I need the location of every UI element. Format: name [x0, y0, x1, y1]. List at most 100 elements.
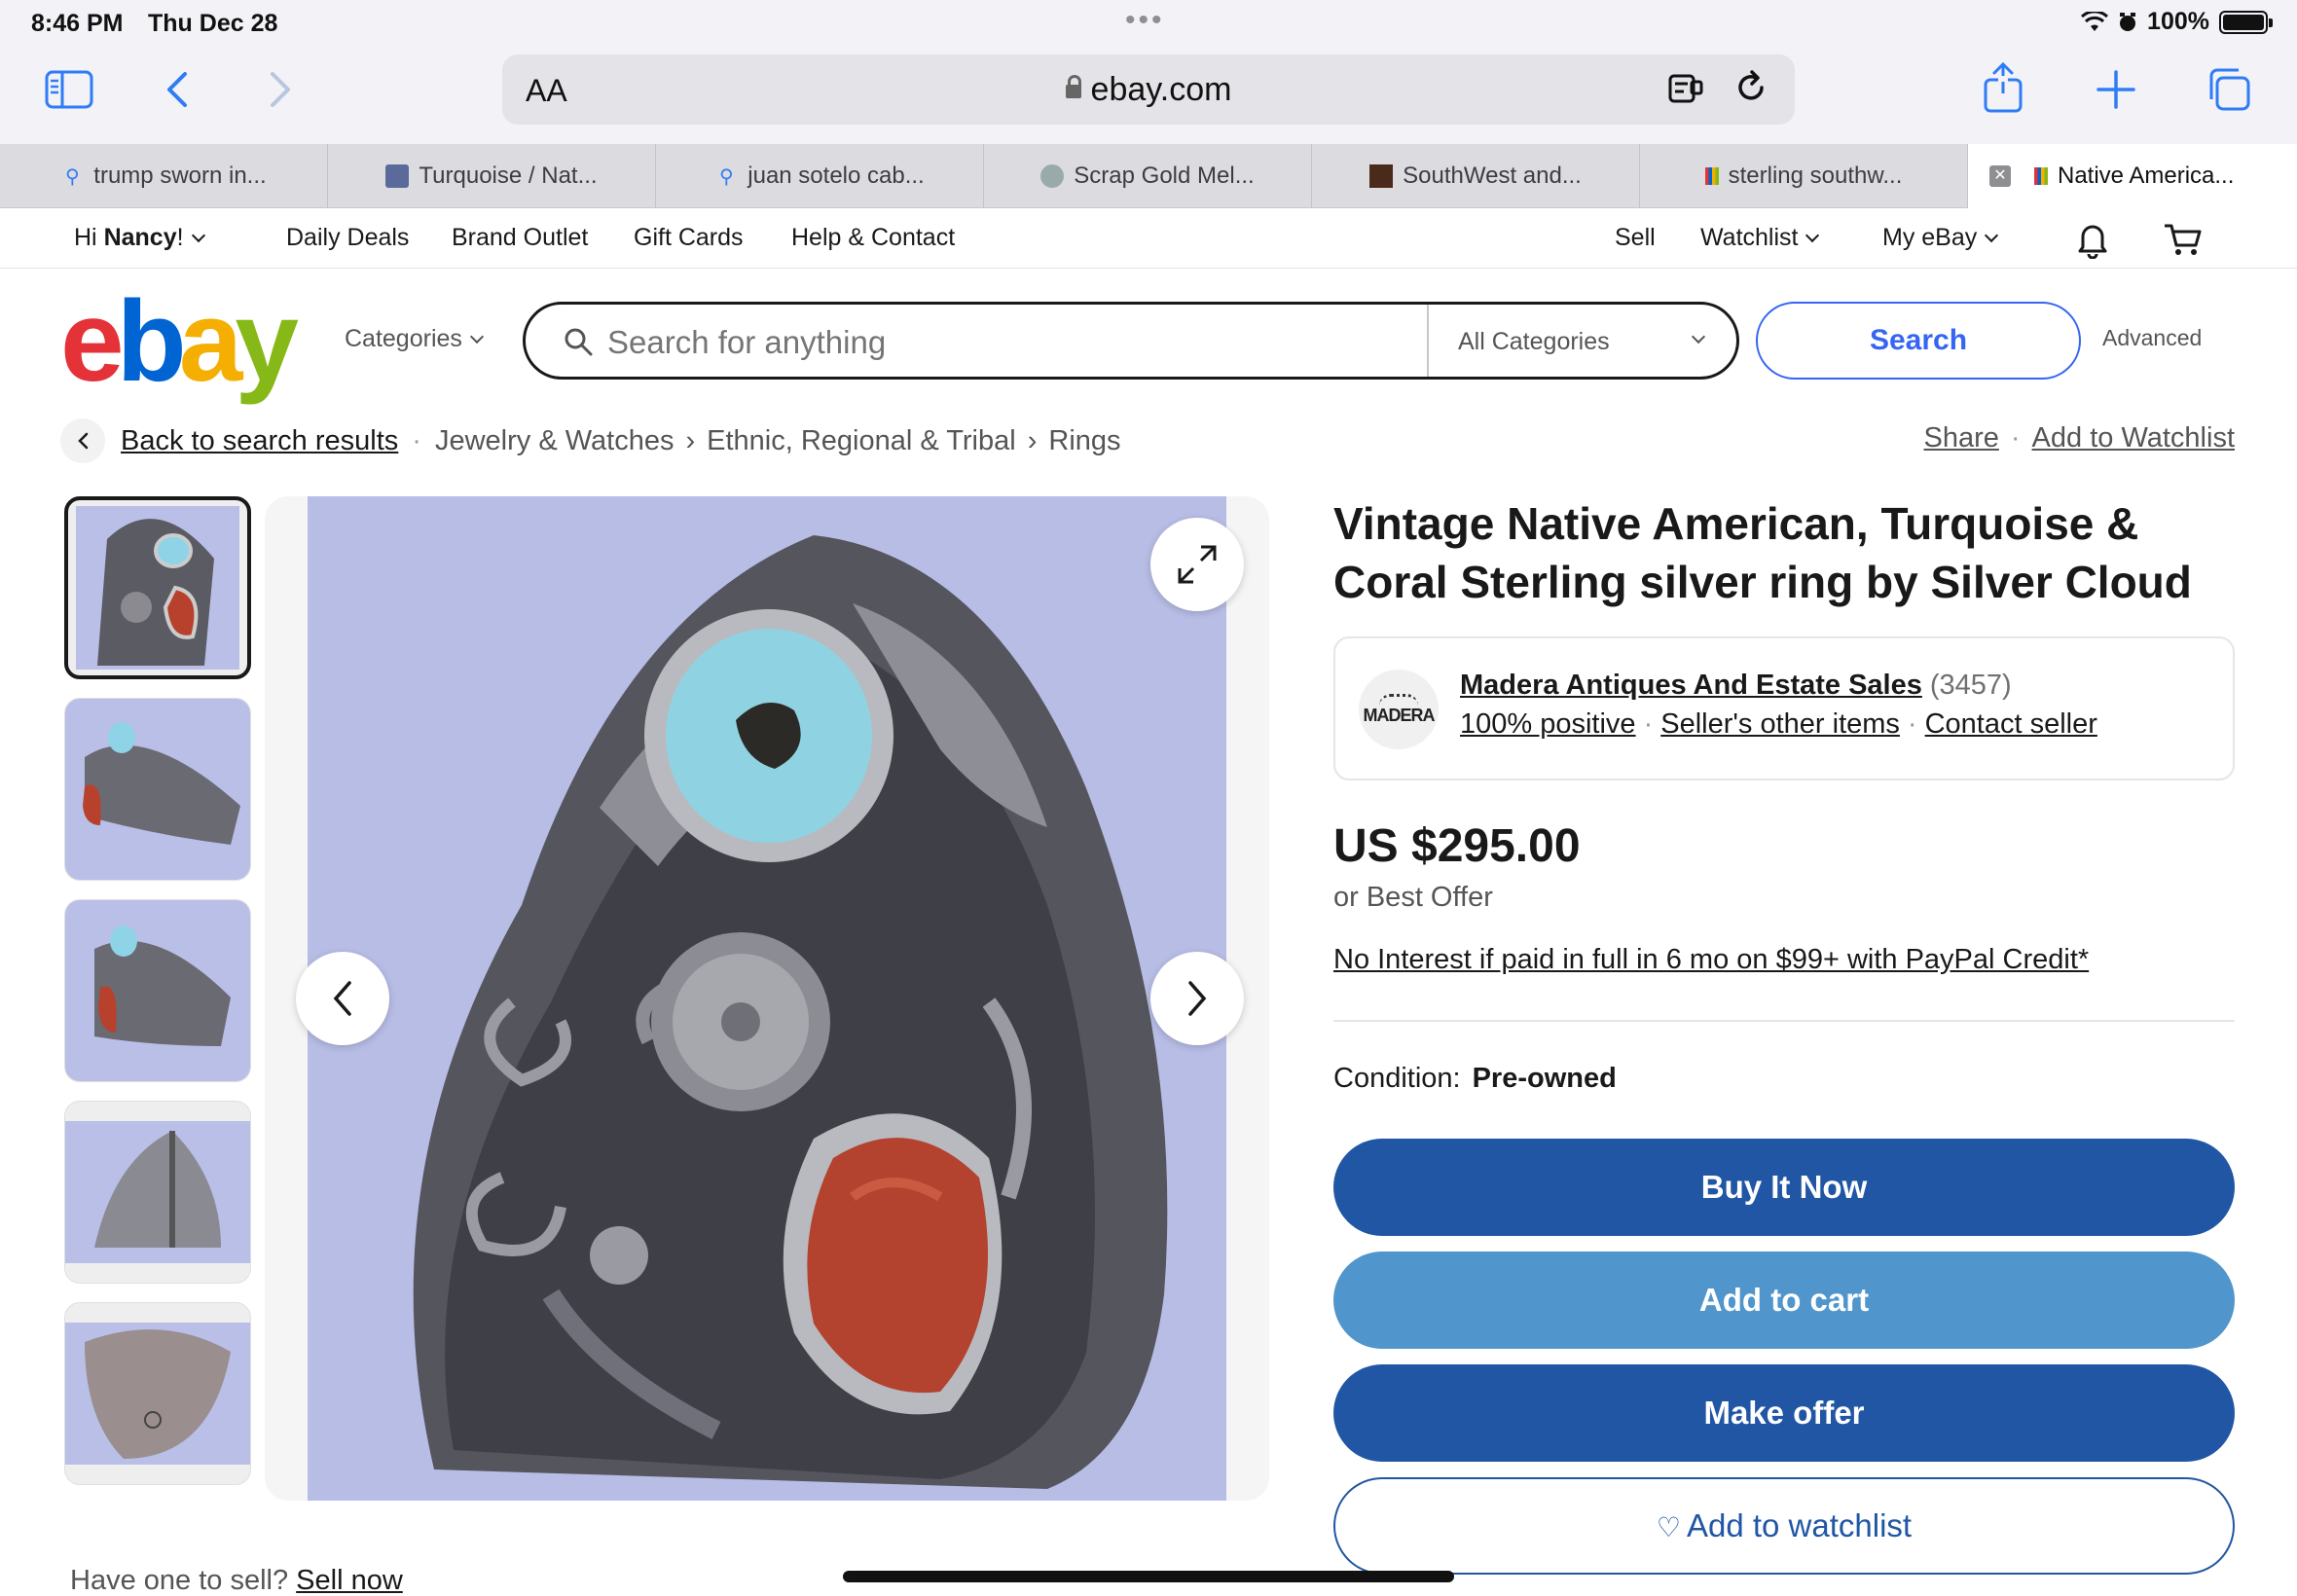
thumbnail-5[interactable] — [64, 1302, 251, 1485]
divider — [1333, 1020, 2235, 1022]
browser-tab[interactable]: Turquoise / Nat... — [328, 144, 656, 208]
alarm-icon — [2120, 12, 2136, 31]
sell-link[interactable]: Sell — [1615, 224, 1656, 252]
thumbnail-1[interactable] — [64, 496, 251, 679]
brand-outlet-link[interactable]: Brand Outlet — [452, 224, 588, 252]
chevron-down-icon — [191, 228, 205, 243]
back-arrow-icon[interactable] — [60, 418, 105, 463]
back-to-search-link[interactable]: Back to search results — [121, 425, 398, 457]
search-icon: ⚲ — [64, 165, 80, 188]
feedback-link[interactable]: 100% positive — [1460, 708, 1636, 740]
cart-icon[interactable] — [2163, 220, 2204, 259]
browser-tab[interactable]: Scrap Gold Mel... — [984, 144, 1312, 208]
address-bar[interactable]: AA ebay.com — [502, 54, 1795, 125]
thumbnail-strip — [64, 496, 251, 1504]
user-name: Nancy — [103, 224, 177, 251]
have-one-label: Have one to sell? — [70, 1565, 289, 1596]
status-bar: 8:46 PM Thu Dec 28 ••• 100% — [0, 0, 2297, 45]
make-offer-button[interactable]: Make offer — [1333, 1364, 2235, 1462]
new-tab-icon[interactable] — [2096, 70, 2135, 109]
site-favicon-icon — [385, 164, 410, 188]
tab-label: Scrap Gold Mel... — [1074, 163, 1255, 189]
seller-other-items-link[interactable]: Seller's other items — [1660, 708, 1900, 740]
reader-icon[interactable] — [1666, 68, 1705, 107]
search-box[interactable]: Search for anything All Categories — [523, 302, 1739, 380]
next-image-button[interactable] — [1150, 952, 1244, 1045]
browser-tab-active[interactable]: ✕ Native America... — [1968, 144, 2297, 208]
breadcrumb-item[interactable]: Rings — [1048, 425, 1120, 457]
gift-cards-link[interactable]: Gift Cards — [634, 224, 744, 252]
watchlist-label: Watchlist — [1700, 224, 1799, 251]
search-input[interactable]: Search for anything — [607, 324, 886, 361]
share-link[interactable]: Share — [1923, 422, 1998, 453]
chevron-right-icon — [1188, 981, 1207, 1016]
browser-toolbar: AA ebay.com — [0, 45, 2297, 144]
home-indicator[interactable] — [843, 1571, 1454, 1582]
breadcrumb-item[interactable]: Jewelry & Watches — [435, 425, 675, 457]
notification-bell-icon[interactable] — [2075, 220, 2110, 259]
search-button[interactable]: Search — [1756, 302, 2081, 380]
ebay-logo[interactable]: ebay — [60, 284, 299, 399]
url-display[interactable]: ebay.com — [502, 71, 1795, 109]
advanced-search-link[interactable]: Advanced — [2102, 325, 2202, 351]
search-divider — [1427, 305, 1429, 377]
add-to-watchlist-link[interactable]: Add to Watchlist — [2032, 422, 2235, 453]
paypal-credit-link[interactable]: No Interest if paid in full in 6 mo on $… — [1333, 944, 2089, 976]
category-select[interactable]: All Categories — [1458, 328, 1610, 356]
back-icon[interactable] — [164, 70, 191, 109]
sidebar-icon[interactable] — [45, 70, 93, 109]
browser-tab[interactable]: SouthWest and... — [1312, 144, 1640, 208]
previous-image-button[interactable] — [296, 952, 389, 1045]
contact-seller-link[interactable]: Contact seller — [1925, 708, 2097, 740]
add-to-watchlist-button[interactable]: ♡ Add to watchlist — [1333, 1477, 2235, 1575]
reload-icon[interactable] — [1732, 68, 1771, 107]
battery-percent: 100% — [2147, 8, 2209, 35]
seller-logo[interactable]: MADERA — [1359, 670, 1439, 749]
seller-feedback-count: (3457) — [1929, 670, 2012, 701]
user-greeting-menu[interactable]: Hi Nancy! — [74, 224, 205, 252]
thumbnail-3[interactable] — [64, 899, 251, 1082]
tabs-overview-icon[interactable] — [2206, 66, 2252, 113]
domain-text: ebay.com — [1090, 71, 1232, 108]
thumbnail-4[interactable] — [64, 1101, 251, 1284]
condition-row: Condition: Pre-owned — [1333, 1063, 1617, 1095]
browser-tab[interactable]: sterling southw... — [1640, 144, 1968, 208]
chevron-left-icon — [333, 981, 351, 1016]
expand-image-button[interactable] — [1150, 518, 1244, 611]
separator-dot: · — [1643, 708, 1654, 740]
breadcrumb-item[interactable]: Ethnic, Regional & Tribal — [707, 425, 1016, 457]
my-ebay-label: My eBay — [1882, 224, 1978, 251]
sell-now-link[interactable]: Sell now — [296, 1565, 403, 1596]
breadcrumb: Back to search results · Jewelry & Watch… — [60, 418, 1121, 463]
site-favicon-icon — [1369, 164, 1394, 188]
chevron-down-icon — [1691, 329, 1706, 345]
seller-logo-rays — [1379, 693, 1418, 706]
browser-tab[interactable]: ⚲ juan sotelo cab... — [656, 144, 984, 208]
ebay-favicon-icon — [1704, 167, 1719, 185]
daily-deals-link[interactable]: Daily Deals — [286, 224, 409, 252]
categories-menu[interactable]: Categories — [345, 325, 484, 353]
help-contact-link[interactable]: Help & Contact — [791, 224, 955, 252]
buy-it-now-button[interactable]: Buy It Now — [1333, 1139, 2235, 1236]
browser-tab[interactable]: ⚲ trump sworn in... — [0, 144, 328, 208]
categories-label: Categories — [345, 325, 462, 352]
seller-logo-text: MADERA — [1363, 705, 1436, 725]
seller-name-link[interactable]: Madera Antiques And Estate Sales — [1460, 670, 1922, 701]
lock-icon — [1065, 75, 1081, 98]
wifi-icon — [2081, 11, 2109, 31]
multitasking-dots-icon[interactable]: ••• — [1125, 4, 1165, 37]
share-watch-links: Share · Add to Watchlist — [1923, 422, 2235, 454]
greeting-suffix: ! — [176, 224, 184, 251]
forward-icon[interactable] — [267, 70, 294, 109]
main-product-image[interactable] — [265, 496, 1269, 1501]
expand-icon — [1178, 545, 1217, 584]
close-tab-icon[interactable]: ✕ — [1989, 165, 2011, 187]
add-to-cart-button[interactable]: Add to cart — [1333, 1251, 2235, 1349]
chevron-down-icon — [469, 329, 484, 345]
chevron-down-icon — [1805, 228, 1820, 243]
chevron-down-icon — [1985, 228, 1999, 243]
watchlist-menu[interactable]: Watchlist — [1700, 224, 1820, 252]
thumbnail-2[interactable] — [64, 698, 251, 881]
share-icon[interactable] — [1982, 62, 2024, 113]
my-ebay-menu[interactable]: My eBay — [1882, 224, 1999, 252]
